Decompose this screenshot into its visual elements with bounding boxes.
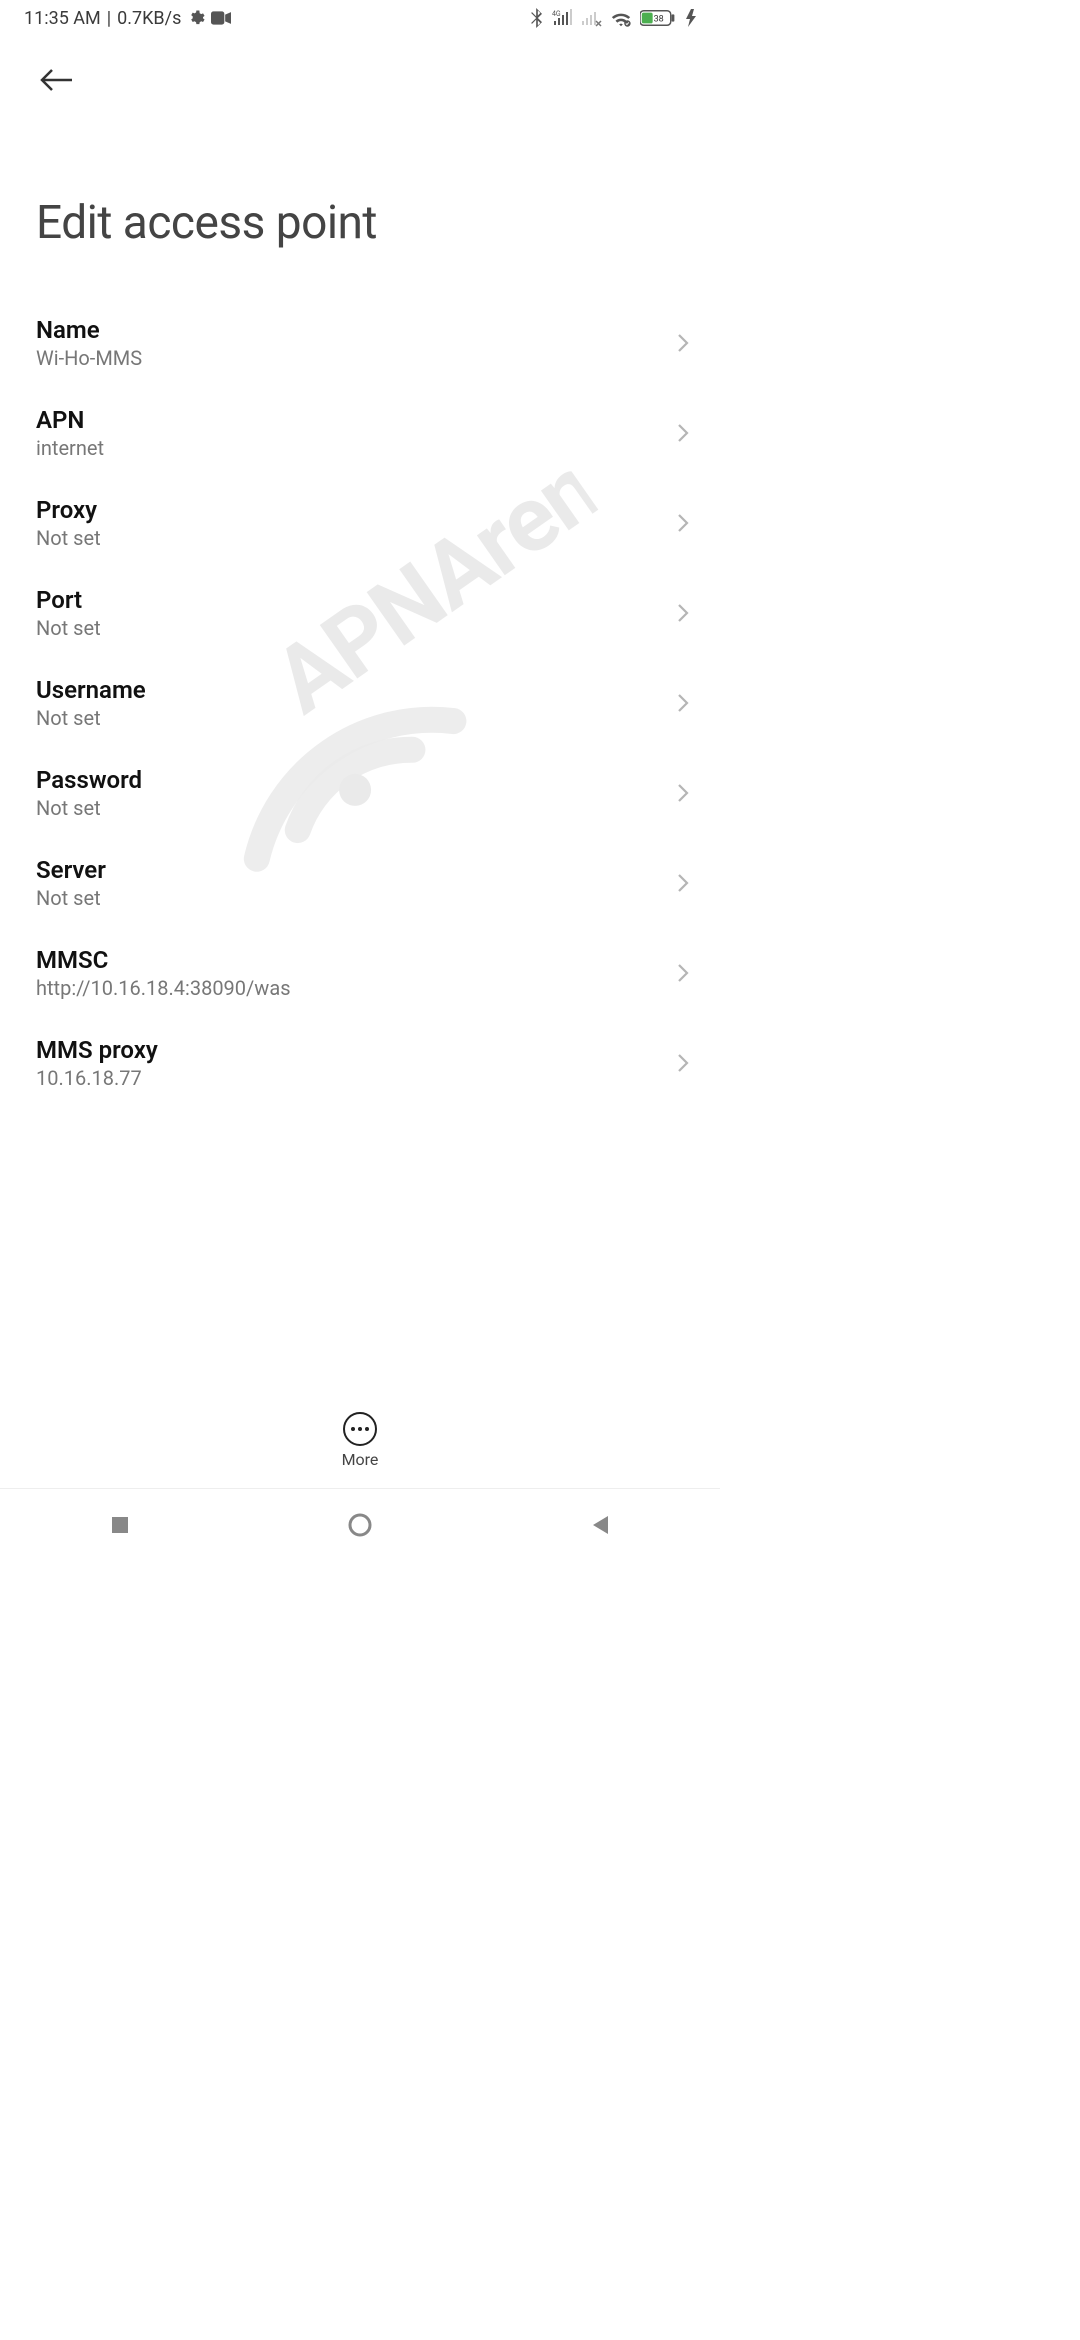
setting-row-proxy[interactable]: Proxy Not set xyxy=(0,478,720,568)
chevron-right-icon xyxy=(676,332,690,354)
setting-value: Not set xyxy=(36,706,146,730)
setting-value: Not set xyxy=(36,796,142,820)
setting-label: Password xyxy=(36,766,142,794)
chevron-right-icon xyxy=(676,1052,690,1074)
setting-row-mmsc[interactable]: MMSC http://10.16.18.4:38090/was xyxy=(0,928,720,1018)
nav-recent-button[interactable] xyxy=(104,1509,136,1541)
setting-label: MMSC xyxy=(36,946,291,974)
settings-list: Name Wi-Ho-MMS APN internet Proxy Not se… xyxy=(0,298,720,1108)
chevron-right-icon xyxy=(676,872,690,894)
setting-row-apn[interactable]: APN internet xyxy=(0,388,720,478)
nav-home-button[interactable] xyxy=(344,1509,376,1541)
status-time: 11:35 AM xyxy=(24,8,101,29)
setting-value: internet xyxy=(36,436,104,460)
setting-label: MMS proxy xyxy=(36,1036,158,1064)
setting-value: Wi-Ho-MMS xyxy=(36,346,142,370)
triangle-left-icon xyxy=(590,1514,610,1536)
setting-label: Port xyxy=(36,586,101,614)
setting-row-username[interactable]: Username Not set xyxy=(0,658,720,748)
setting-label: Server xyxy=(36,856,106,884)
setting-value: Not set xyxy=(36,886,106,910)
chevron-right-icon xyxy=(676,692,690,714)
gear-icon xyxy=(187,9,205,27)
status-net-speed: 0.7KB/s xyxy=(117,8,181,29)
more-label: More xyxy=(342,1450,379,1469)
svg-text:38: 38 xyxy=(654,15,664,25)
chevron-right-icon xyxy=(676,602,690,624)
setting-value: http://10.16.18.4:38090/was xyxy=(36,976,291,1000)
signal-nosim-icon xyxy=(582,9,602,27)
page-title: Edit access point xyxy=(0,166,720,260)
nav-bar xyxy=(0,1488,720,1560)
setting-label: APN xyxy=(36,406,104,434)
setting-label: Username xyxy=(36,676,146,704)
setting-value: Not set xyxy=(36,526,101,550)
video-icon xyxy=(211,11,231,25)
charging-icon xyxy=(686,9,696,27)
setting-label: Proxy xyxy=(36,496,101,524)
status-bar: 11:35 AM | 0.7KB/s 4G 38 xyxy=(0,0,720,36)
setting-value: 10.16.18.77 xyxy=(36,1066,158,1090)
status-separator: | xyxy=(107,8,111,29)
bluetooth-icon xyxy=(530,8,544,28)
circle-icon xyxy=(347,1512,373,1538)
chevron-right-icon xyxy=(676,962,690,984)
square-icon xyxy=(110,1515,130,1535)
more-icon xyxy=(343,1412,377,1446)
setting-label: Name xyxy=(36,316,142,344)
battery-icon: 38 xyxy=(640,9,678,27)
more-button[interactable]: More xyxy=(342,1412,379,1469)
setting-value: Not set xyxy=(36,616,101,640)
arrow-left-icon xyxy=(38,66,74,94)
action-bar: More xyxy=(0,1392,720,1488)
chevron-right-icon xyxy=(676,422,690,444)
setting-row-mms-proxy[interactable]: MMS proxy 10.16.18.77 xyxy=(0,1018,720,1108)
nav-back-button[interactable] xyxy=(584,1509,616,1541)
signal-4g-icon: 4G xyxy=(552,9,574,27)
setting-row-name[interactable]: Name Wi-Ho-MMS xyxy=(0,298,720,388)
chevron-right-icon xyxy=(676,782,690,804)
setting-row-port[interactable]: Port Not set xyxy=(0,568,720,658)
svg-text:4G: 4G xyxy=(552,10,561,18)
wifi-icon xyxy=(610,9,632,27)
setting-row-server[interactable]: Server Not set xyxy=(0,838,720,928)
chevron-right-icon xyxy=(676,512,690,534)
back-button[interactable] xyxy=(34,58,78,102)
setting-row-password[interactable]: Password Not set xyxy=(0,748,720,838)
